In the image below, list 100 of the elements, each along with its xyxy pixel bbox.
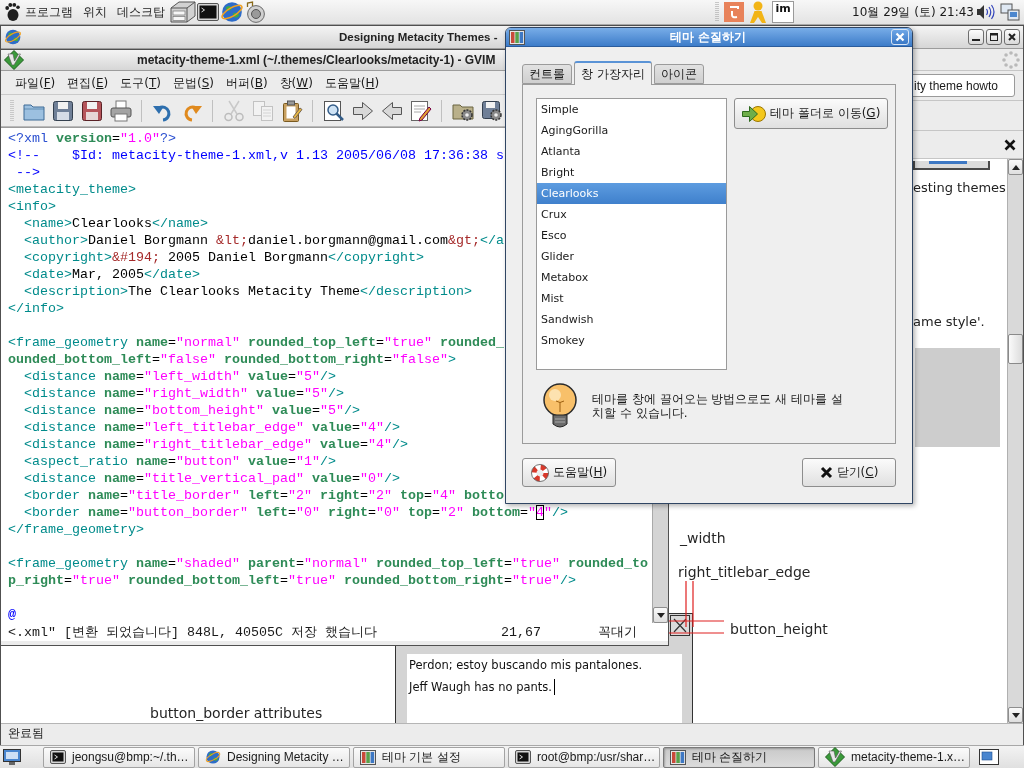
globe-icon[interactable] bbox=[220, 0, 244, 24]
foot-icon[interactable] bbox=[5, 3, 20, 21]
globe-icon bbox=[4, 28, 22, 46]
right-arrow-icon[interactable] bbox=[351, 99, 374, 122]
scroll-down-button[interactable] bbox=[1008, 707, 1023, 723]
up-arrow-icon bbox=[1011, 164, 1020, 170]
close-icon[interactable] bbox=[1004, 138, 1016, 151]
disk-gear-icon[interactable] bbox=[480, 99, 503, 122]
tab[interactable]: 창 가장자리 bbox=[574, 61, 652, 85]
scrollbar-thumb[interactable] bbox=[1008, 334, 1023, 364]
menu-item[interactable]: 편집(E) bbox=[61, 72, 115, 93]
code-line: <border name="title_border" left="2" right="2" top="4" botto bbox=[23, 487, 504, 504]
text-line: Jeff Waugh has no pants. bbox=[409, 680, 552, 694]
list-item[interactable]: Metabox bbox=[537, 267, 726, 288]
terminal-icon bbox=[50, 750, 66, 764]
code-line: </info> bbox=[8, 300, 64, 317]
scrollbar[interactable] bbox=[1007, 159, 1023, 723]
code-line: --> bbox=[15, 164, 40, 181]
paragraph-text: esting themes bbox=[913, 179, 1006, 197]
list-item[interactable]: Smokey bbox=[537, 330, 726, 351]
list-item[interactable]: Simple bbox=[537, 99, 726, 120]
list-item[interactable]: Mist bbox=[537, 288, 726, 309]
code-line: <?xml version="1.0"?> bbox=[8, 130, 176, 147]
panel-menu[interactable]: 데스크탑 bbox=[112, 2, 170, 22]
editor-logo-icon bbox=[825, 747, 845, 767]
panel-menu[interactable]: 위치 bbox=[78, 2, 112, 22]
code-line: <distance name="right_titlebar_edge" value="4"/> bbox=[23, 436, 408, 453]
taskbar-button[interactable]: Designing Metacity … bbox=[198, 746, 350, 768]
list-item[interactable]: Atlanta bbox=[537, 141, 726, 162]
menu-item[interactable]: 파일(F) bbox=[9, 72, 62, 93]
window-title: Designing Metacity Themes - bbox=[339, 31, 498, 43]
help-button[interactable]: 도움말(H) bbox=[522, 458, 616, 487]
terminal-icon bbox=[515, 750, 531, 764]
file-cabinet-icon[interactable] bbox=[170, 1, 196, 23]
close-button[interactable] bbox=[1004, 29, 1020, 45]
scroll-up-button[interactable] bbox=[1008, 159, 1023, 175]
left-arrow-icon[interactable] bbox=[380, 99, 403, 122]
show-desktop-icon[interactable] bbox=[3, 749, 21, 765]
list-item[interactable]: AgingGorilla bbox=[537, 120, 726, 141]
drag-handle-icon[interactable] bbox=[715, 2, 720, 22]
code-line: <distance name="left_width" value="5"/> bbox=[23, 368, 336, 385]
code-line: <frame_geometry name="normal" rounded_top_left="true" rounded_ bbox=[8, 334, 504, 351]
code-line: <!-- $Id: metacity-theme-1.xml,v 1.13 2005/06/08 17:36:38 s bbox=[8, 147, 504, 164]
spinner-icon bbox=[1002, 50, 1020, 69]
menu-item[interactable]: 창(W) bbox=[273, 72, 319, 93]
list-item[interactable]: Crux bbox=[537, 204, 726, 225]
diagram-label: button_border attributes bbox=[150, 704, 323, 722]
workspace-icon[interactable] bbox=[979, 749, 999, 765]
maximize-icon bbox=[990, 33, 998, 41]
taskbar-button[interactable]: jeongsu@bmp:~/.th… bbox=[43, 746, 195, 768]
diagram-label: _width bbox=[680, 529, 726, 547]
theme-icon bbox=[509, 29, 525, 45]
printer-icon[interactable] bbox=[109, 99, 132, 122]
scroll-down-button[interactable] bbox=[653, 607, 668, 623]
down-arrow-icon bbox=[1011, 712, 1020, 718]
height-guide-lines bbox=[668, 620, 725, 634]
window-title: metacity-theme-1.xml (~/.themes/Clearlooks/metacity-1) - GVIM bbox=[137, 53, 496, 67]
taskbar-button[interactable]: root@bmp:/usr/shar… bbox=[508, 746, 660, 768]
speaker-icon[interactable] bbox=[245, 1, 265, 23]
taskbar-button[interactable]: 테마 손질하기 bbox=[663, 746, 815, 768]
clock[interactable]: 10월 29일 (토) 21:43 bbox=[852, 3, 974, 21]
taskbar-button[interactable]: 테마 기본 설정 bbox=[353, 746, 505, 768]
input-method-indicator[interactable]: im bbox=[772, 1, 795, 23]
menu-item[interactable]: 문법(S) bbox=[166, 72, 220, 93]
tab[interactable]: 컨트롤 bbox=[522, 64, 572, 84]
menu-item[interactable]: 도움말(H) bbox=[318, 72, 386, 93]
status-text: 완료됨 bbox=[8, 725, 44, 742]
list-item[interactable]: Sandwish bbox=[537, 309, 726, 330]
tab[interactable]: 아이콘 bbox=[653, 64, 704, 84]
terminal-icon[interactable] bbox=[197, 3, 219, 21]
taskbar-button[interactable]: metacity-theme-1.x… bbox=[818, 746, 970, 768]
close-button[interactable]: 닫기(C) bbox=[802, 458, 896, 487]
app-tile-icon[interactable] bbox=[724, 2, 745, 22]
magnifier-icon[interactable] bbox=[322, 99, 345, 122]
light-bulb-icon bbox=[541, 383, 579, 429]
clipboard-icon[interactable] bbox=[280, 99, 303, 122]
menu-item[interactable]: 버퍼(B) bbox=[219, 72, 274, 93]
list-item[interactable]: Glider bbox=[537, 246, 726, 267]
diagram-label: right_titlebar_edge bbox=[678, 563, 811, 581]
code-line: <copyright>&#194; 2005 Daniel Borgmann</copyright> bbox=[23, 249, 424, 266]
minimize-button[interactable] bbox=[968, 29, 984, 45]
computers-icon[interactable] bbox=[1000, 2, 1020, 22]
code-line: <name>Clearlooks</name> bbox=[23, 215, 208, 232]
code-line: <description>The Clearlooks Metacity Theme</description> bbox=[23, 283, 472, 300]
folder-button[interactable]: 테마 폴더로 이동(G) bbox=[734, 98, 889, 129]
menu-item[interactable]: 도구(T) bbox=[114, 72, 167, 93]
list-item[interactable]: Esco bbox=[537, 225, 726, 246]
theme-icon bbox=[360, 749, 376, 765]
maximize-button[interactable] bbox=[986, 29, 1002, 45]
code-line: <distance name="bottom_height" value="5"/> bbox=[23, 402, 360, 419]
code-line: p_right="true" rounded_bottom_left="true" rounded_bottom_right="true"/> bbox=[8, 572, 576, 589]
code-line: <aspect_ratio name="button" value="1"/> bbox=[23, 453, 336, 470]
document-pencil-icon[interactable] bbox=[409, 99, 432, 122]
list-item[interactable]: Bright bbox=[537, 162, 726, 183]
code-line: <date>Mar, 2005</date> bbox=[23, 266, 200, 283]
theme-list[interactable]: Simple AgingGorilla Atlanta Bright Clearlooks Crux Esco Glider Metabox Mist Sandwish Smokey bbox=[536, 98, 727, 370]
volume-icon[interactable] bbox=[976, 4, 995, 20]
window-title: 테마 손질하기 bbox=[670, 28, 746, 46]
panel-menu[interactable]: 프로그램 bbox=[20, 2, 78, 22]
arrow-icon bbox=[742, 104, 766, 123]
